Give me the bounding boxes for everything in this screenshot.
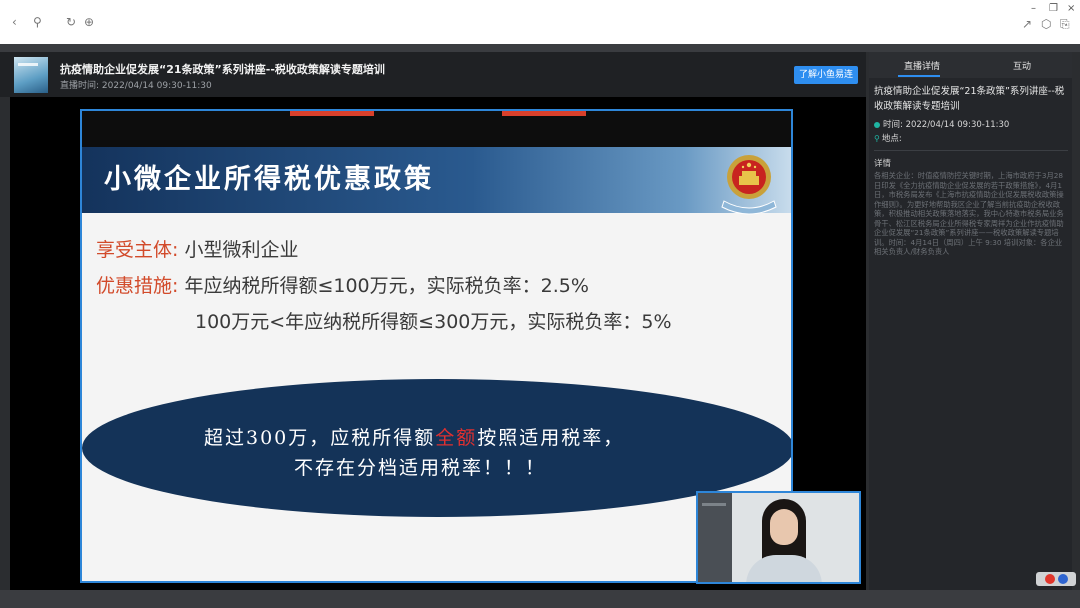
- sidebar-time: 时间: 2022/04/14 09:30-11:30: [883, 120, 1010, 130]
- event-title: 抗疫情助企业促发展“21条政策”系列讲座--税收政策解读专题培训: [60, 63, 385, 76]
- bottom-bar: [0, 590, 1080, 608]
- restore-button[interactable]: ❐: [1049, 3, 1058, 14]
- speaker-body: [746, 555, 822, 582]
- learn-more-button[interactable]: 了解小鱼易连: [794, 66, 858, 84]
- measures-line-2: 100万元<年应纳税所得额≤300万元，实际税负率：5%: [195, 311, 672, 333]
- detail-text: 各相关企业：时值疫情防控关键时期，上海市政府于3月28日印发《全力抗疫情助企业促…: [874, 171, 1064, 256]
- ellipse-line-1: 超过300万，应税所得额全额按照适用税率，: [204, 423, 624, 450]
- speaker-camera[interactable]: [696, 491, 861, 584]
- tab-interaction[interactable]: 互动: [1013, 59, 1031, 72]
- camera-background: [698, 493, 732, 582]
- beneficiary-value: 小型微利企业: [184, 239, 299, 261]
- link-icon[interactable]: ⚲: [33, 15, 42, 29]
- measures-value: 年应纳税所得额≤100万元，实际税负率：2.5%: [184, 275, 589, 297]
- ellipse-text-2: 按照适用税率，: [477, 427, 625, 449]
- system-tray: [1036, 572, 1076, 586]
- measures-label: 优惠措施:: [96, 275, 179, 297]
- clock-icon: [874, 121, 880, 128]
- speaker-face: [770, 509, 798, 545]
- location-pin-icon: ⚲: [874, 134, 880, 143]
- slide-title: 小微企业所得税优惠政策: [104, 164, 434, 195]
- cube-icon[interactable]: ⬡: [1041, 17, 1051, 31]
- refresh-icon[interactable]: ↻: [66, 15, 76, 29]
- browser-toolbar: [0, 0, 1080, 44]
- line-measures: 优惠措施: 年应纳税所得额≤100万元，实际税负率：2.5%: [96, 271, 589, 298]
- sidebar-time-row: 时间: 2022/04/14 09:30-11:30: [874, 118, 1009, 130]
- close-button[interactable]: ×: [1067, 3, 1075, 14]
- event-time: 直播时间: 2022/04/14 09:30-11:30: [60, 81, 212, 91]
- tab-details[interactable]: 直播详情: [904, 59, 940, 72]
- line-beneficiary: 享受主体: 小型微利企业: [96, 235, 298, 262]
- sidebar-divider: [874, 150, 1068, 151]
- active-tab-indicator: [898, 75, 940, 77]
- back-icon[interactable]: ‹: [12, 15, 17, 29]
- globe-icon[interactable]: ⊕: [84, 15, 94, 29]
- ellipse-line-2: 不存在分档适用税率！！！: [294, 457, 547, 479]
- tray-app-icon[interactable]: [1058, 574, 1068, 584]
- beneficiary-label: 享受主体:: [96, 239, 179, 261]
- input-method-icon[interactable]: [1045, 574, 1055, 584]
- slide-top-bar: [82, 111, 791, 147]
- camera-background: [702, 503, 726, 506]
- ellipse-text-1: 超过300万，应税所得额: [204, 427, 436, 449]
- sidebar-title: 抗疫情助企业促发展“21条政策”系列讲座--税收政策解读专题培训: [874, 86, 1065, 112]
- detail-heading: 详情: [874, 159, 892, 169]
- slide-red-tab: [502, 111, 586, 116]
- tax-emblem-icon: [721, 155, 777, 215]
- page-gap: [0, 44, 1080, 52]
- share-icon[interactable]: ↗: [1022, 17, 1032, 31]
- slide-red-tab: [290, 111, 374, 116]
- clip-icon[interactable]: ⎘: [1060, 17, 1070, 31]
- ellipse-highlight: 全额: [435, 427, 478, 449]
- sidebar-location: 地点:: [881, 134, 902, 144]
- minimize-button[interactable]: –: [1031, 3, 1036, 14]
- event-thumbnail: [14, 57, 48, 93]
- sidebar-location-row: ⚲ 地点:: [874, 132, 902, 144]
- presentation-slide: 小微企业所得税优惠政策 享受主体: 小型微利企业 优惠措施: 年应纳税所得额≤1…: [80, 109, 793, 583]
